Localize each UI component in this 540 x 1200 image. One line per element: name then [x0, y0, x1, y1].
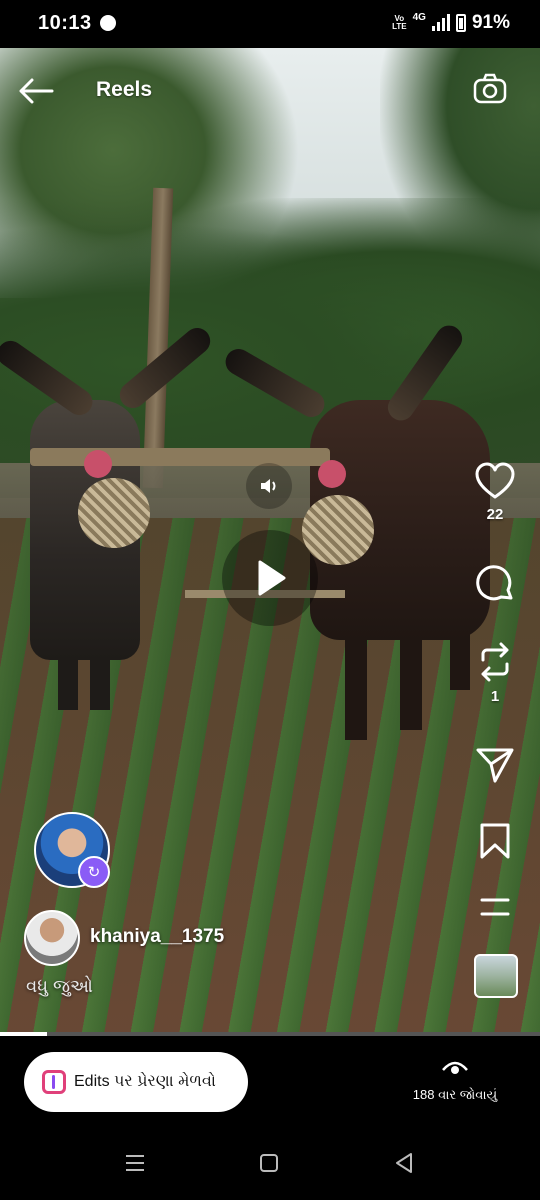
- send-icon: [476, 748, 514, 783]
- repost-count: 1: [490, 688, 500, 705]
- audio-thumbnail[interactable]: [474, 954, 518, 998]
- play-icon: [258, 560, 286, 596]
- page-title: Reels: [96, 78, 153, 101]
- mute-button[interactable]: [246, 463, 292, 509]
- battery-percent: 91%: [471, 12, 510, 33]
- like-count: 22: [486, 506, 504, 523]
- like-button[interactable]: 22: [470, 462, 520, 523]
- edits-promo-label: Edits પર પ્રેરણા મેળવો: [74, 1073, 216, 1090]
- status-time: 10:13: [38, 12, 92, 34]
- eye-icon: [442, 1061, 468, 1074]
- more-lines-icon: [480, 898, 510, 916]
- battery-icon: [455, 14, 466, 32]
- remix-icon: ↻: [78, 856, 110, 888]
- bookmark-icon: [480, 823, 510, 859]
- rope-muzzle: [302, 495, 374, 565]
- red-tassel: [318, 460, 346, 488]
- status-bar: 10:13 Vo LTE 4G 91%: [0, 0, 540, 48]
- rope-muzzle: [78, 478, 150, 548]
- avatar[interactable]: [24, 910, 80, 966]
- play-button[interactable]: [222, 530, 318, 626]
- speaker-icon: [261, 479, 276, 493]
- views-info: 188 વાર જોવાયું: [390, 1058, 520, 1103]
- edits-logo-icon: [42, 1070, 66, 1094]
- username[interactable]: khaniya__1375: [90, 926, 224, 948]
- status-icons: Vo LTE 4G 91%: [392, 12, 510, 34]
- network-type: 4G: [412, 11, 426, 23]
- volte-icon: Vo LTE: [392, 14, 407, 31]
- see-more-link[interactable]: વધુ જુઓ: [26, 976, 93, 997]
- views-count: 188 વાર જોવાયું: [412, 1087, 498, 1102]
- comment-icon: [476, 565, 513, 601]
- notification-icon: [100, 15, 116, 31]
- home-icon[interactable]: [260, 1154, 278, 1172]
- comment-button[interactable]: [470, 564, 520, 604]
- share-button[interactable]: [470, 746, 520, 784]
- more-options-button[interactable]: [470, 896, 520, 918]
- back-triangle-icon[interactable]: [394, 1152, 414, 1174]
- red-tassel: [84, 450, 112, 478]
- save-button[interactable]: [470, 822, 520, 860]
- camera-icon[interactable]: [472, 72, 508, 106]
- repost-button[interactable]: 1: [470, 642, 520, 705]
- arrow-left-icon[interactable]: [18, 78, 54, 104]
- heart-icon: [475, 462, 515, 499]
- signal-icon: [431, 14, 450, 31]
- repost-icon: [481, 642, 509, 682]
- recents-icon[interactable]: [124, 1154, 146, 1172]
- wooden-yoke: [30, 448, 330, 466]
- edits-promo-button[interactable]: Edits પર પ્રેરણા મેળવો: [24, 1052, 248, 1112]
